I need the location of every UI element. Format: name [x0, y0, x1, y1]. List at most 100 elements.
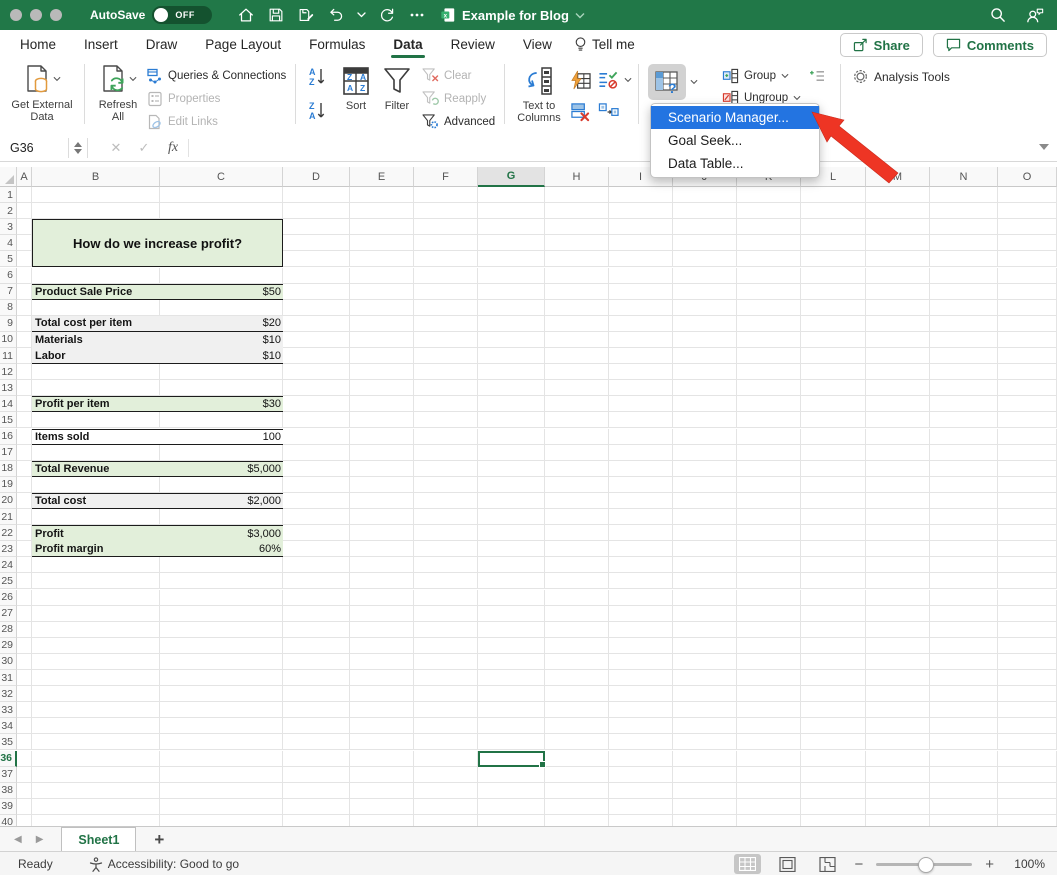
cell-D37[interactable]	[283, 767, 350, 783]
cell-K17[interactable]	[737, 445, 801, 461]
cell-L6[interactable]	[801, 268, 866, 284]
row-header-18[interactable]: 18	[0, 461, 17, 477]
cell-M30[interactable]	[866, 654, 930, 670]
cell-H35[interactable]	[545, 734, 609, 750]
cell-G30[interactable]	[478, 654, 545, 670]
cell-I37[interactable]	[609, 767, 673, 783]
cell-A20[interactable]	[17, 493, 32, 509]
cell-F10[interactable]	[414, 332, 478, 348]
cell-J17[interactable]	[673, 445, 737, 461]
cell-J36[interactable]	[673, 751, 737, 767]
cell-J11[interactable]	[673, 348, 737, 364]
cell-B27[interactable]	[32, 606, 160, 622]
row-header-19[interactable]: 19	[0, 477, 17, 493]
cell-F34[interactable]	[414, 718, 478, 734]
cell-K12[interactable]	[737, 364, 801, 380]
cell-C35[interactable]	[160, 734, 283, 750]
cell-K9[interactable]	[737, 316, 801, 332]
cell-N16[interactable]	[930, 429, 998, 445]
cell-A22[interactable]	[17, 525, 32, 541]
cell-N34[interactable]	[930, 718, 998, 734]
cell-B36[interactable]	[32, 751, 160, 767]
row-header-30[interactable]: 30	[0, 654, 17, 670]
cell-D8[interactable]	[283, 300, 350, 316]
cell-E25[interactable]	[350, 573, 414, 589]
cell-O15[interactable]	[998, 412, 1057, 428]
cell-A16[interactable]	[17, 429, 32, 445]
data-row-10[interactable]: Materials$10	[32, 332, 283, 348]
cell-J16[interactable]	[673, 429, 737, 445]
cell-L34[interactable]	[801, 718, 866, 734]
cell-O8[interactable]	[998, 300, 1057, 316]
cell-H39[interactable]	[545, 799, 609, 815]
cell-G5[interactable]	[478, 251, 545, 267]
cell-I40[interactable]	[609, 815, 673, 826]
column-header-A[interactable]: A	[17, 167, 32, 187]
selected-cell-G36[interactable]	[478, 751, 545, 767]
cell-F17[interactable]	[414, 445, 478, 461]
cell-E16[interactable]	[350, 429, 414, 445]
cell-M34[interactable]	[866, 718, 930, 734]
cell-F26[interactable]	[414, 590, 478, 606]
cell-N33[interactable]	[930, 702, 998, 718]
cell-H40[interactable]	[545, 815, 609, 826]
cell-J19[interactable]	[673, 477, 737, 493]
cell-O18[interactable]	[998, 461, 1057, 477]
cell-B30[interactable]	[32, 654, 160, 670]
cell-M39[interactable]	[866, 799, 930, 815]
cell-K23[interactable]	[737, 541, 801, 557]
data-validation-chevron-icon[interactable]	[624, 77, 632, 83]
cell-F15[interactable]	[414, 412, 478, 428]
cell-G37[interactable]	[478, 767, 545, 783]
cell-D29[interactable]	[283, 638, 350, 654]
cell-J37[interactable]	[673, 767, 737, 783]
cell-D7[interactable]	[283, 284, 350, 300]
cell-H10[interactable]	[545, 332, 609, 348]
cell-I18[interactable]	[609, 461, 673, 477]
cell-J32[interactable]	[673, 686, 737, 702]
cell-O37[interactable]	[998, 767, 1057, 783]
cell-J8[interactable]	[673, 300, 737, 316]
cell-H8[interactable]	[545, 300, 609, 316]
cell-H7[interactable]	[545, 284, 609, 300]
cell-D4[interactable]	[283, 235, 350, 251]
cell-C40[interactable]	[160, 815, 283, 826]
column-header-G[interactable]: G	[478, 167, 545, 187]
cell-E8[interactable]	[350, 300, 414, 316]
what-if-analysis-button[interactable]: ?	[648, 64, 686, 100]
cell-I15[interactable]	[609, 412, 673, 428]
row-header-28[interactable]: 28	[0, 622, 17, 638]
cell-A8[interactable]	[17, 300, 32, 316]
cell-G9[interactable]	[478, 316, 545, 332]
cell-J15[interactable]	[673, 412, 737, 428]
cell-K34[interactable]	[737, 718, 801, 734]
cell-L27[interactable]	[801, 606, 866, 622]
cell-K2[interactable]	[737, 203, 801, 219]
group-button[interactable]: Group	[722, 68, 789, 84]
cell-M26[interactable]	[866, 590, 930, 606]
cell-A35[interactable]	[17, 734, 32, 750]
cell-A37[interactable]	[17, 767, 32, 783]
cell-L30[interactable]	[801, 654, 866, 670]
cell-B38[interactable]	[32, 783, 160, 799]
cell-E40[interactable]	[350, 815, 414, 826]
cell-O9[interactable]	[998, 316, 1057, 332]
cell-I6[interactable]	[609, 268, 673, 284]
cell-F40[interactable]	[414, 815, 478, 826]
cell-C12[interactable]	[160, 364, 283, 380]
cell-J40[interactable]	[673, 815, 737, 826]
zoom-in-button[interactable]: +	[985, 856, 994, 873]
cell-K15[interactable]	[737, 412, 801, 428]
what-if-chevron-icon[interactable]	[690, 79, 698, 85]
cell-M37[interactable]	[866, 767, 930, 783]
cell-J34[interactable]	[673, 718, 737, 734]
cell-A14[interactable]	[17, 396, 32, 412]
menu-item-scenario-manager[interactable]: Scenario Manager...	[651, 106, 819, 129]
cell-H33[interactable]	[545, 702, 609, 718]
page-break-view-icon[interactable]	[814, 854, 841, 874]
cell-O32[interactable]	[998, 686, 1057, 702]
cell-M23[interactable]	[866, 541, 930, 557]
cell-F8[interactable]	[414, 300, 478, 316]
cell-A4[interactable]	[17, 235, 32, 251]
cell-O27[interactable]	[998, 606, 1057, 622]
